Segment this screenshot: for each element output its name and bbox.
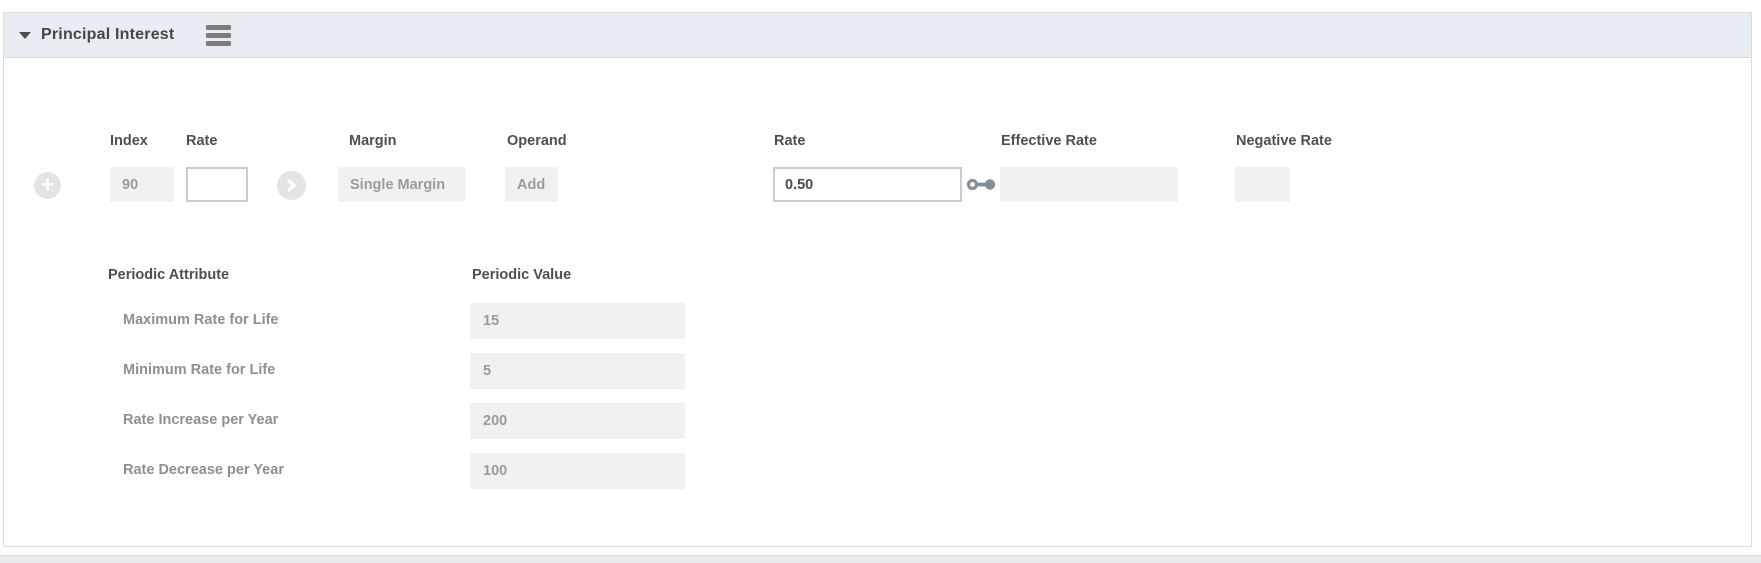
add-row-button[interactable]: +	[34, 172, 61, 199]
index-label: Index	[110, 133, 148, 149]
effective-rate-field	[1000, 167, 1178, 202]
periodic-value-header: Periodic Value	[472, 267, 571, 283]
negative-rate-field	[1235, 167, 1290, 202]
periodic-row-label: Rate Increase per Year	[123, 412, 278, 428]
margin-label: Margin	[349, 133, 397, 149]
periodic-row-value: 100	[470, 453, 685, 489]
negative-rate-label: Negative Rate	[1236, 133, 1332, 149]
periodic-row-label: Rate Decrease per Year	[123, 462, 284, 478]
margin-field: Single Margin	[338, 167, 465, 202]
chevron-right-icon	[285, 179, 298, 192]
effective-rate-label: Effective Rate	[1001, 133, 1097, 149]
periodic-row-value: 200	[470, 403, 685, 439]
principal-rate-input[interactable]	[773, 167, 962, 202]
periodic-row-label: Maximum Rate for Life	[123, 312, 279, 328]
operand-label: Operand	[507, 133, 567, 149]
section-title: Principal Interest	[41, 26, 174, 44]
periodic-attribute-header: Periodic Attribute	[108, 267, 229, 283]
collapse-caret-icon[interactable]	[19, 32, 31, 39]
key-icon	[966, 176, 998, 198]
index-field: 90	[110, 167, 174, 202]
principal-interest-screen: Principal Interest Index Rate Margin Ope…	[0, 0, 1761, 563]
rate-input[interactable]	[186, 167, 248, 202]
periodic-row-label: Minimum Rate for Life	[123, 362, 275, 378]
expand-row-button[interactable]	[277, 171, 306, 200]
operand-field: Add	[505, 167, 558, 202]
hamburger-menu-icon[interactable]	[204, 23, 233, 48]
periodic-row-value: 5	[470, 353, 685, 389]
periodic-row-value: 15	[470, 303, 685, 339]
rate-label: Rate	[186, 133, 217, 149]
next-section-edge	[0, 555, 1761, 563]
section-header: Principal Interest	[4, 13, 1751, 58]
plus-icon: +	[41, 174, 54, 196]
principal-rate-label: Rate	[774, 133, 805, 149]
